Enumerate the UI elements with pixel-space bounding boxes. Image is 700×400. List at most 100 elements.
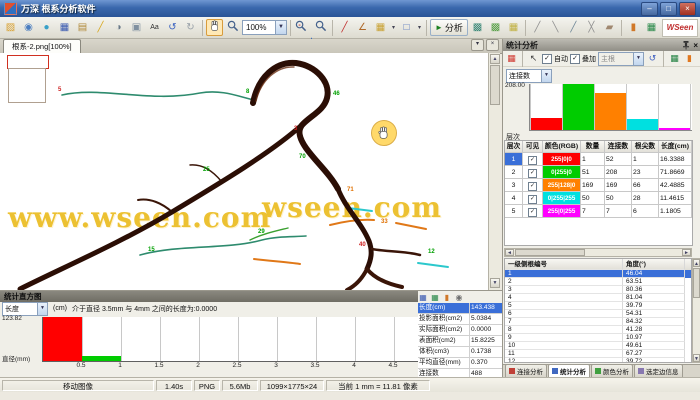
angle-table-row[interactable]: 1167.27 [505, 350, 691, 358]
stats-row[interactable]: 投影面积(cm2)5.0384 [418, 314, 502, 325]
color-cell[interactable]: 255|128|0 [543, 179, 581, 192]
acquire-image-icon[interactable]: ◉ [20, 19, 37, 36]
angle-table-row[interactable]: 263.51 [505, 278, 691, 286]
table-row[interactable]: 2✓0|255|0512082371.8669 [505, 166, 692, 179]
column-header[interactable]: 数量 [581, 141, 605, 153]
pan-tool-icon[interactable] [206, 19, 223, 36]
checkbox-checked-icon[interactable]: ✓ [570, 54, 580, 64]
chart-export-icon[interactable]: ▮ [683, 52, 696, 65]
mark-grid-icon[interactable]: ▦ [372, 19, 389, 36]
angle-table-row[interactable]: 146.04 [505, 270, 691, 278]
level-cell[interactable]: 4 [505, 192, 523, 205]
overlay-checkbox[interactable]: ✓叠加 [570, 54, 596, 64]
table-row[interactable]: 4✓0|255|25550502811.4615 [505, 192, 692, 205]
scroll-left-icon[interactable]: ◄ [505, 249, 514, 256]
angle-table-row[interactable]: 841.28 [505, 326, 691, 334]
scanner-icon[interactable]: ● [38, 19, 55, 36]
auto-checkbox[interactable]: ✓自动 [542, 54, 568, 64]
zoom-level-combo[interactable]: 100%▼ [242, 20, 287, 35]
table-row[interactable]: 1✓255|0|0152116.3388 [505, 153, 692, 166]
rotate-icon[interactable]: ◑ [110, 19, 127, 36]
zoom-in-icon[interactable]: + [312, 19, 329, 36]
close-document-icon[interactable]: × [486, 39, 499, 51]
column-header[interactable]: 根尖数 [632, 141, 659, 153]
column-header[interactable]: 连接数 [605, 141, 632, 153]
metric-combo[interactable]: 连接数 ▼ [506, 69, 552, 83]
checkbox-checked-icon[interactable]: ✓ [528, 195, 537, 204]
column-header[interactable]: 一级侧根编号 [505, 259, 623, 270]
scroll-down-icon[interactable]: ▼ [490, 278, 500, 288]
text-tool-icon[interactable]: Aa [146, 19, 163, 36]
angle-table-row[interactable]: 539.79 [505, 302, 691, 310]
pencil-icon[interactable]: ╱ [92, 19, 109, 36]
pick-tool-icon[interactable]: ↖ [527, 52, 540, 65]
table-row[interactable]: 5✓255|0|2557761.1805 [505, 205, 692, 218]
color-cell[interactable]: 0|255|0 [543, 166, 581, 179]
pin-icon[interactable] [682, 41, 690, 50]
root-label-icon[interactable]: ▩ [469, 19, 486, 36]
angle-table-row[interactable]: 481.04 [505, 294, 691, 302]
canvas-vertical-scrollbar[interactable]: ▲ ▼ [488, 53, 500, 290]
level-cell[interactable]: 5 [505, 205, 523, 218]
visible-cell[interactable]: ✓ [523, 153, 543, 166]
checkbox-checked-icon[interactable]: ✓ [528, 156, 537, 165]
color-cell[interactable]: 0|255|255 [543, 192, 581, 205]
level-cell[interactable]: 1 [505, 153, 523, 166]
visible-cell[interactable]: ✓ [523, 179, 543, 192]
column-header[interactable]: 颜色(RGB) [543, 141, 581, 153]
close-button[interactable]: × [679, 2, 696, 16]
undo-icon[interactable]: ↺ [646, 52, 659, 65]
angle-tool-icon[interactable]: ∠ [354, 19, 371, 36]
scrollbar-thumb[interactable] [693, 268, 700, 298]
color-cell[interactable]: 255|0|255 [543, 205, 581, 218]
checkbox-checked-icon[interactable]: ✓ [528, 208, 537, 217]
chevron-down-icon[interactable]: ▾ [416, 24, 423, 31]
scroll-down-icon[interactable]: ▼ [693, 354, 700, 362]
scroll-up-icon[interactable]: ▲ [490, 54, 500, 64]
edit-pen3-icon[interactable]: ╱ [565, 19, 582, 36]
analysis-tab-2[interactable]: 统计分析 [548, 364, 590, 377]
image-canvas[interactable]: www.wseen.com wseen.com [0, 53, 488, 290]
column-header[interactable]: 层次 [505, 141, 523, 153]
maximize-button[interactable]: □ [660, 2, 677, 16]
stat-type-combo[interactable]: 长度 ▼ [2, 302, 48, 316]
eraser-icon[interactable]: ▰ [601, 19, 618, 36]
save-icon[interactable]: ▦ [56, 19, 73, 36]
excel-export-icon[interactable]: ▦ [668, 52, 681, 65]
edit-pen1-icon[interactable]: ╱ [529, 19, 546, 36]
copy-page-icon[interactable]: ▣ [128, 19, 145, 36]
stats-row[interactable]: 表面积(cm2)15.8225 [418, 336, 502, 347]
minimize-button[interactable]: – [641, 2, 658, 16]
checkbox-checked-icon[interactable]: ✓ [528, 169, 537, 178]
save-icon[interactable]: ▦ [418, 293, 428, 303]
angle-table-row[interactable]: 784.32 [505, 318, 691, 326]
chevron-down-icon[interactable]: ▾ [390, 24, 397, 31]
angle-table-row[interactable]: 1049.61 [505, 342, 691, 350]
analysis-tab-1[interactable]: 连接分析 [505, 364, 547, 377]
visible-cell[interactable]: ✓ [523, 205, 543, 218]
chevron-down-icon[interactable]: ▼ [37, 303, 47, 315]
measure-pen-icon[interactable]: ╱ [336, 19, 353, 36]
edit-pen4-icon[interactable]: ╳ [583, 19, 600, 36]
seed-grid-icon[interactable]: ▦ [505, 19, 522, 36]
analyze-button[interactable]: ►分析 [430, 19, 468, 36]
visible-cell[interactable]: ✓ [523, 166, 543, 179]
chevron-down-icon[interactable]: ▼ [541, 70, 551, 82]
redo-icon[interactable]: ↻ [182, 19, 199, 36]
checkbox-checked-icon[interactable]: ✓ [542, 54, 552, 64]
navigator-view-rect[interactable] [7, 55, 49, 69]
stats-row[interactable]: 平均直径(mm)0.370 [418, 358, 502, 369]
open-file-icon[interactable]: ▨ [2, 19, 19, 36]
visible-cell[interactable]: ✓ [523, 192, 543, 205]
column-header[interactable]: 可见 [523, 141, 543, 153]
angle-table-row[interactable]: 1239.72 [505, 358, 691, 363]
analysis-tab-3[interactable]: 颜色分析 [591, 364, 633, 377]
angle-table-row[interactable]: 910.97 [505, 334, 691, 342]
bar-chart-icon[interactable]: ▮ [625, 19, 642, 36]
angle-table-row[interactable]: 380.36 [505, 286, 691, 294]
tab-list-dropdown-icon[interactable]: ▾ [471, 39, 484, 51]
shape-tool-icon[interactable]: □ [398, 19, 415, 36]
level-cell[interactable]: 2 [505, 166, 523, 179]
scrollbar-thumb[interactable] [490, 65, 500, 105]
navigator-thumbnail[interactable] [8, 68, 46, 103]
